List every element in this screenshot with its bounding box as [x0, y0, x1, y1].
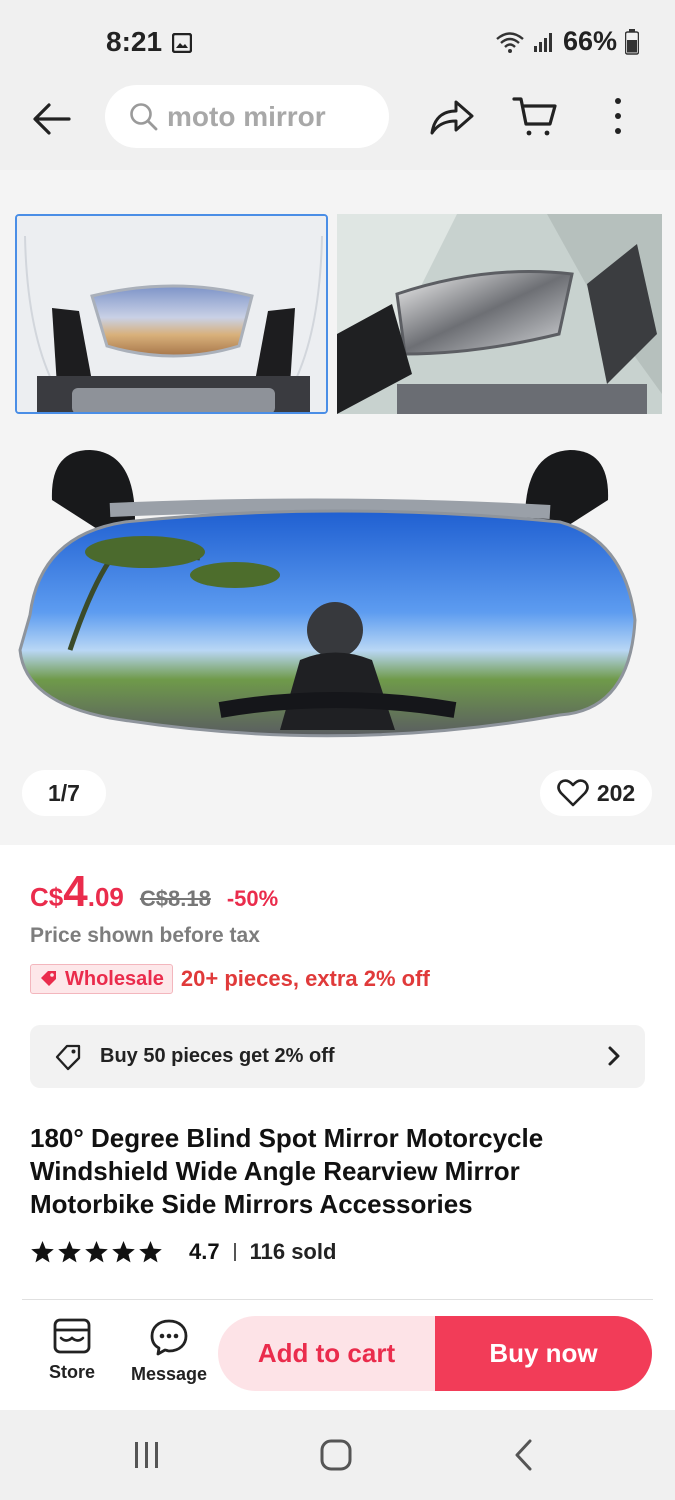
- back-button[interactable]: [30, 97, 74, 141]
- heart-icon: [557, 779, 589, 807]
- wholesale-offer: 20+ pieces, extra 2% off: [180, 966, 430, 991]
- cart-button[interactable]: [512, 95, 558, 144]
- star-rating: [30, 1240, 163, 1264]
- star-icon: [31, 1241, 54, 1263]
- message-label: Message: [130, 1364, 208, 1384]
- star-icon: [112, 1241, 135, 1263]
- recent-apps-icon[interactable]: [132, 1440, 162, 1470]
- product-image-thumbnail-1: [17, 216, 326, 412]
- store-label: Store: [48, 1362, 95, 1382]
- product-image-main: [18, 450, 637, 738]
- star-icon: [85, 1241, 108, 1263]
- rating-divider: [233, 1243, 236, 1261]
- thumbnail-1[interactable]: [15, 214, 328, 414]
- status-time: 8:21: [106, 26, 163, 57]
- back-arrow-icon: [33, 103, 71, 135]
- product-image-thumbnail-2: [337, 214, 662, 414]
- tag-icon: [41, 971, 56, 986]
- image-counter: 1/7: [22, 770, 106, 816]
- main-product-image[interactable]: [0, 440, 675, 760]
- signal-icon: [533, 32, 552, 52]
- chevron-right-icon: [608, 1046, 620, 1066]
- wholesale-label: Wholesale: [65, 967, 164, 990]
- system-back-icon[interactable]: [512, 1438, 536, 1472]
- thumbnail-2[interactable]: [337, 214, 662, 414]
- wishlist-button[interactable]: 202: [540, 770, 652, 816]
- more-options-button[interactable]: [606, 97, 630, 142]
- status-right: 66%: [495, 26, 639, 57]
- original-price: C$8.18: [139, 886, 211, 911]
- share-icon: [430, 100, 474, 135]
- coupon-tag-icon: [55, 1044, 81, 1070]
- more-vertical-icon: [615, 98, 621, 134]
- gallery-icon: [172, 33, 192, 53]
- status-bar: 8:21 66%: [0, 0, 675, 85]
- wishlist-count: 202: [596, 779, 636, 806]
- coupon-label: Buy 50 pieces get 2% off: [100, 1045, 335, 1067]
- tax-note: Price shown before tax: [30, 924, 260, 947]
- search-icon: [130, 102, 158, 130]
- chat-icon: [150, 1319, 188, 1356]
- message-button[interactable]: Message: [126, 1318, 212, 1385]
- add-to-cart-button[interactable]: Add to cart: [218, 1316, 435, 1391]
- top-bar: moto mirror: [0, 85, 675, 170]
- star-icon: [139, 1241, 162, 1263]
- star-icon: [58, 1241, 81, 1263]
- bottom-action-bar: Store Message Add to cart Buy now: [0, 1300, 675, 1410]
- product-title: 180° Degree Blind Spot Mirror Motorcycle…: [30, 1123, 544, 1219]
- product-info: C$ 4 .09 C$8.18 -50% Price shown before …: [0, 845, 675, 1310]
- price-row: C$ 4 .09 C$8.18 -50%: [30, 867, 278, 917]
- product-gallery[interactable]: 1/7 202: [0, 170, 675, 845]
- wholesale-row[interactable]: Wholesale 20+ pieces, extra 2% off: [30, 964, 430, 994]
- buy-now-button[interactable]: Buy now: [435, 1316, 652, 1391]
- system-navigation-bar: [0, 1410, 675, 1500]
- cart-icon: [512, 97, 557, 136]
- rating-score: 4.7: [189, 1239, 220, 1264]
- search-bar[interactable]: moto mirror: [105, 85, 389, 148]
- coupon-offer[interactable]: Buy 50 pieces get 2% off: [30, 1025, 645, 1088]
- share-button[interactable]: [428, 97, 476, 142]
- price-decimal: .09: [87, 882, 124, 912]
- search-query: moto mirror: [167, 100, 326, 132]
- battery-percent: 66%: [562, 26, 617, 56]
- battery-icon: [625, 28, 639, 55]
- store-button[interactable]: Store: [40, 1318, 104, 1383]
- home-icon[interactable]: [319, 1438, 353, 1472]
- discount-badge: -50%: [226, 886, 279, 911]
- store-icon: [53, 1318, 91, 1354]
- wifi-icon: [496, 31, 524, 53]
- rating-row[interactable]: 4.7 116 sold: [30, 1239, 336, 1265]
- sold-count: 116 sold: [249, 1239, 337, 1264]
- price-integer: 4: [63, 867, 88, 916]
- wholesale-badge: Wholesale: [30, 964, 173, 994]
- price-currency: C$: [30, 882, 64, 912]
